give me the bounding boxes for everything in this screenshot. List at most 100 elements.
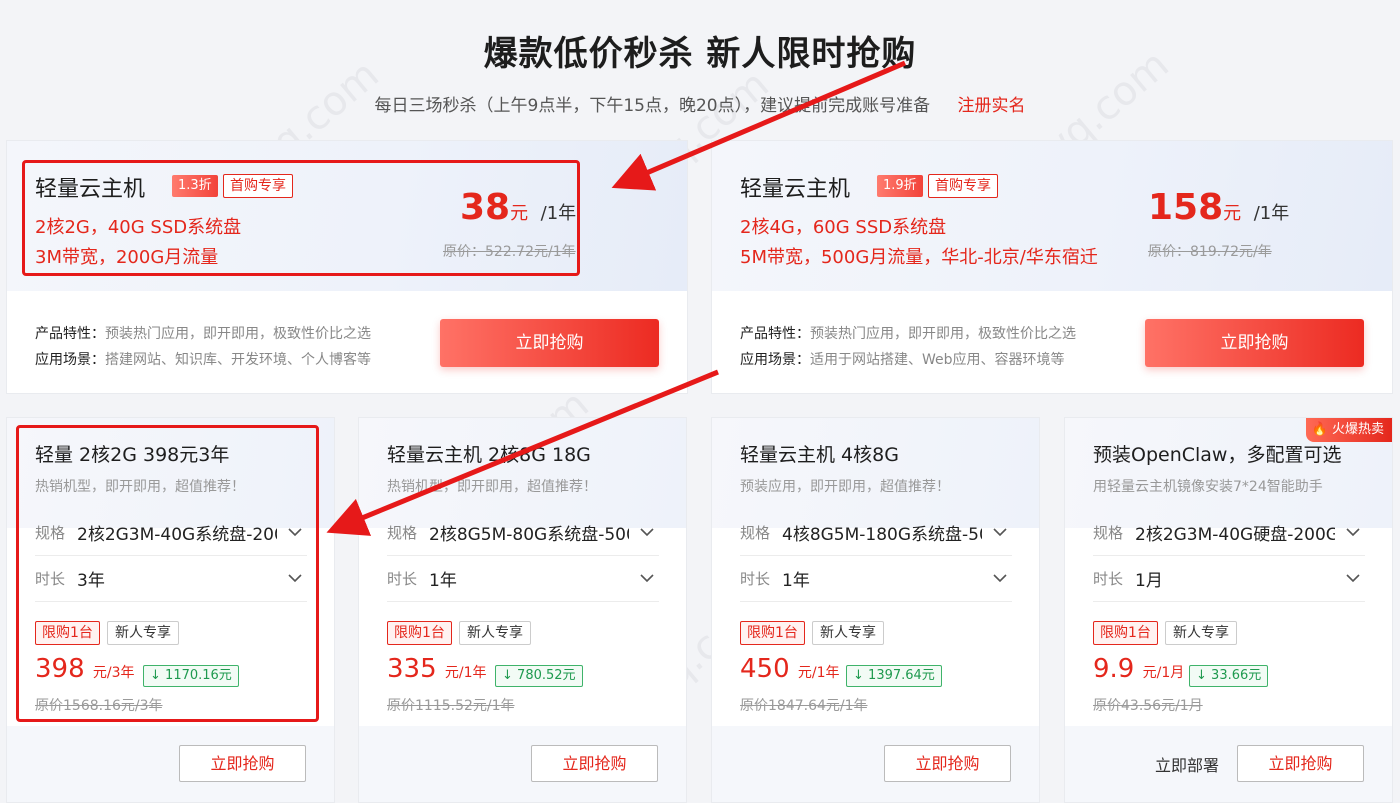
buy-now-button[interactable]: 立即抢购 <box>884 745 1011 782</box>
duration-select[interactable]: 时长 1年 <box>740 556 1012 602</box>
spec-line: 3M带宽，200G月流量 <box>35 247 219 268</box>
spec-value: 4核8G5M-180G系统盘-500 <box>782 525 982 545</box>
chevron-down-icon[interactable] <box>287 524 303 540</box>
first-purchase-badge: 首购专享 <box>928 174 998 198</box>
savings-badge: ↓ 1170.16元 <box>143 665 239 687</box>
product-name: 轻量云主机 <box>740 177 851 202</box>
buy-now-button[interactable]: 立即抢购 <box>1237 745 1364 782</box>
feature-label: 产品特性： <box>35 326 105 342</box>
duration-label: 时长 <box>740 570 771 588</box>
price-unit: 元/3年 <box>92 665 135 681</box>
feature-line: 产品特性：预装热门应用，即开即用，极致性价比之选 <box>740 323 1076 343</box>
deploy-now-link[interactable]: 立即部署 <box>1155 752 1219 776</box>
register-link[interactable]: 注册实名 <box>958 96 1026 116</box>
spec-value: 2核2G3M-40G硬盘-200G月 <box>1135 525 1335 545</box>
price-period: /1年 <box>1253 203 1290 224</box>
new-user-badge: 新人专享 <box>459 621 531 645</box>
chevron-down-icon[interactable] <box>1345 524 1361 540</box>
arrow-down-icon: ↓ <box>853 668 864 683</box>
duration-label: 时长 <box>1093 570 1124 588</box>
duration-label: 时长 <box>387 570 418 588</box>
price-period: /1年 <box>540 203 577 224</box>
original-price: 原价1115.52元/1年 <box>387 698 515 714</box>
arrow-down-icon: ↓ <box>150 668 161 683</box>
feature-label: 产品特性： <box>740 326 810 342</box>
original-price: 原价：522.72元/1年 <box>443 244 576 260</box>
scene-label: 应用场景： <box>740 352 810 368</box>
spec-label: 规格 <box>740 524 771 542</box>
original-price: 原价1568.16元/3年 <box>35 698 163 714</box>
duration-value: 1年 <box>429 571 457 591</box>
product-card-top: 轻量云主机 1.9折 首购专享 2核4G，60G SSD系统盘 5M带宽，500… <box>711 140 1393 394</box>
price-value: 38 <box>460 187 511 228</box>
buy-now-button[interactable]: 立即抢购 <box>440 319 659 367</box>
product-card: 轻量 2核2G 398元3年 热销机型，即开即用，超值推荐！ 规格 2核2G3M… <box>6 417 335 803</box>
original-price: 原价：819.72元/年 <box>1148 244 1272 260</box>
feature-line: 产品特性：预装热门应用，即开即用，极致性价比之选 <box>35 323 371 343</box>
hot-sale-badge: 🔥 火爆热卖 <box>1305 418 1392 442</box>
duration-value: 1年 <box>782 571 810 591</box>
savings-value: 780.52元 <box>517 668 576 683</box>
spec-select[interactable]: 规格 2核8G5M-80G系统盘-500G <box>387 510 659 556</box>
chevron-down-icon[interactable] <box>287 570 303 586</box>
chevron-down-icon[interactable] <box>639 524 655 540</box>
card-desc: 热销机型，即开即用，超值推荐！ <box>35 479 245 495</box>
card-price: 9.9 元/1月 <box>1093 654 1184 684</box>
limit-badge: 限购1台 <box>740 621 805 645</box>
limit-badge: 限购1台 <box>35 621 100 645</box>
price-value: 158 <box>1148 187 1224 228</box>
product-card: 轻量云主机 4核8G 预装应用，即开即用，超值推荐！ 规格 4核8G5M-180… <box>711 417 1040 803</box>
card-title: 预装OpenClaw，多配置可选 <box>1093 444 1342 466</box>
price-unit: 元 <box>510 203 529 224</box>
original-price: 原价1847.64元/1年 <box>740 698 868 714</box>
page-subtitle: 每日三场秒杀（上午9点半，下午15点，晚20点），建议提前完成账号准备 注册实名 <box>0 91 1400 116</box>
spec-label: 规格 <box>1093 524 1124 542</box>
product-name: 轻量云主机 <box>35 177 146 202</box>
feature-text: 预装热门应用，即开即用，极致性价比之选 <box>810 326 1076 342</box>
card-price: 450 元/1年 <box>740 654 840 684</box>
savings-value: 1397.64元 <box>868 668 935 683</box>
price-unit: 元/1年 <box>444 665 487 681</box>
spec-line: 2核4G，60G SSD系统盘 <box>740 217 947 238</box>
price: 158元 /1年 <box>1148 187 1289 228</box>
duration-select[interactable]: 时长 3年 <box>35 556 307 602</box>
chevron-down-icon[interactable] <box>992 570 1008 586</box>
buy-now-button[interactable]: 立即抢购 <box>531 745 658 782</box>
spec-label: 规格 <box>35 524 66 542</box>
product-card: 🔥 火爆热卖 预装OpenClaw，多配置可选 用轻量云主机镜像安装7*24智能… <box>1064 417 1393 803</box>
spec-line: 5M带宽，500G月流量，华北-北京/华东宿迁 <box>740 247 1098 268</box>
limit-badge: 限购1台 <box>387 621 452 645</box>
card-title: 轻量云主机 4核8G <box>740 444 899 466</box>
price-unit: 元/1月 <box>1142 665 1185 681</box>
card-price: 398 元/3年 <box>35 654 135 684</box>
savings-badge: ↓ 1397.64元 <box>846 665 942 687</box>
card-title: 轻量云主机 2核8G 18G <box>387 444 591 466</box>
card-desc: 热销机型，即开即用，超值推荐！ <box>387 479 597 495</box>
spec-label: 规格 <box>387 524 418 542</box>
spec-select[interactable]: 规格 4核8G5M-180G系统盘-500 <box>740 510 1012 556</box>
duration-select[interactable]: 时长 1月 <box>1093 556 1365 602</box>
buy-now-button[interactable]: 立即抢购 <box>179 745 306 782</box>
duration-label: 时长 <box>35 570 66 588</box>
scene-text: 适用于网站搭建、Web应用、容器环境等 <box>810 352 1065 368</box>
arrow-down-icon: ↓ <box>502 668 513 683</box>
duration-value: 1月 <box>1135 571 1163 591</box>
price-unit: 元 <box>1223 203 1242 224</box>
duration-value: 3年 <box>77 571 105 591</box>
spec-select[interactable]: 规格 2核2G3M-40G系统盘-200G <box>35 510 307 556</box>
chevron-down-icon[interactable] <box>1345 570 1361 586</box>
duration-select[interactable]: 时长 1年 <box>387 556 659 602</box>
spec-value: 2核2G3M-40G系统盘-200G <box>77 525 277 545</box>
fire-icon: 🔥 <box>1311 422 1328 437</box>
chevron-down-icon[interactable] <box>992 524 1008 540</box>
chevron-down-icon[interactable] <box>639 570 655 586</box>
buy-now-button[interactable]: 立即抢购 <box>1145 319 1364 367</box>
price-unit: 元/1年 <box>797 665 840 681</box>
card-desc: 预装应用，即开即用，超值推荐！ <box>740 479 950 495</box>
arrow-down-icon: ↓ <box>1196 668 1207 683</box>
spec-select[interactable]: 规格 2核2G3M-40G硬盘-200G月 <box>1093 510 1365 556</box>
spec-line: 2核2G，40G SSD系统盘 <box>35 217 242 238</box>
feature-text: 预装热门应用，即开即用，极致性价比之选 <box>105 326 371 342</box>
hot-sale-label: 火爆热卖 <box>1331 422 1384 437</box>
price-value: 450 <box>740 654 790 684</box>
